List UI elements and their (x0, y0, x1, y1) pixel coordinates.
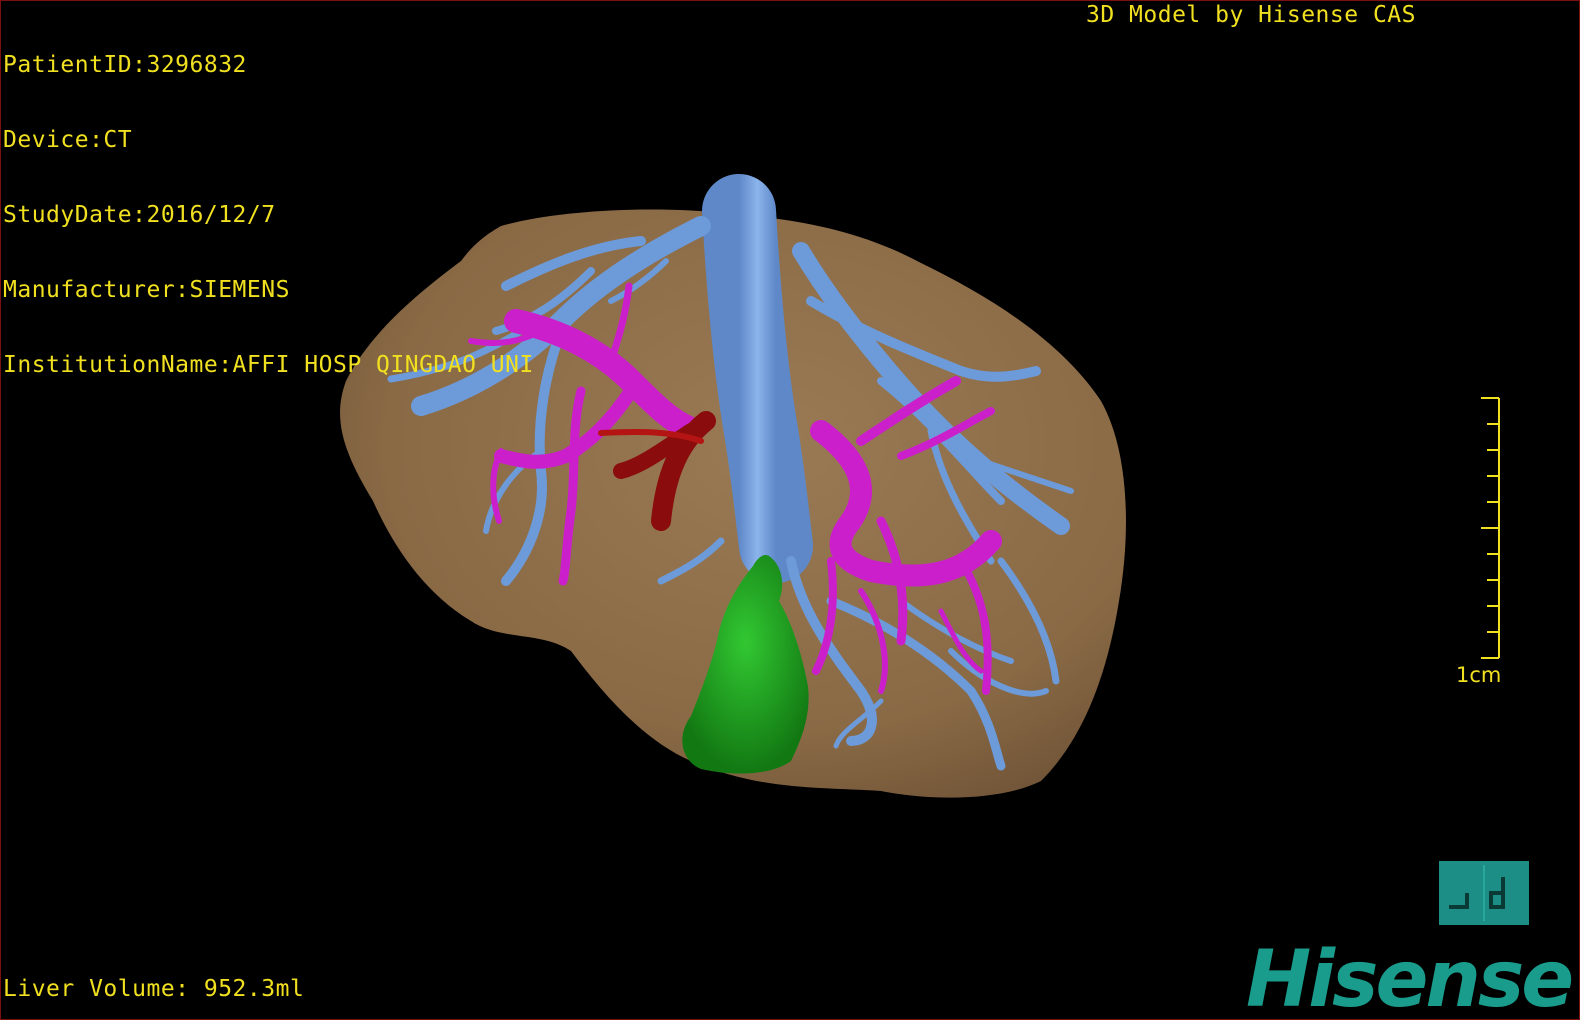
scale-bar (1481, 397, 1500, 659)
liver-volume-readout: Liver Volume: 952.3ml (3, 976, 305, 1002)
orientation-icon (1449, 865, 1505, 921)
institution-text: InstitutionName:AFFI HOSP QINGDAO UNI (3, 352, 534, 378)
scale-bar-label: 1cm (1456, 663, 1502, 687)
device-text: Device:CT (3, 127, 133, 153)
hisense-logo: Hisense (1246, 935, 1574, 1020)
patient-id-text: PatientID:3296832 (3, 52, 247, 78)
orientation-button[interactable] (1439, 861, 1529, 925)
manufacturer-text: Manufacturer:SIEMENS (3, 277, 290, 303)
3d-viewport[interactable]: PatientID:3296832 Device:CT StudyDate:20… (0, 0, 1580, 1020)
model-credit: 3D Model by Hisense CAS (1086, 2, 1416, 28)
patient-info-panel: PatientID:3296832 Device:CT StudyDate:20… (3, 3, 534, 428)
study-date-text: StudyDate:2016/12/7 (3, 202, 276, 228)
